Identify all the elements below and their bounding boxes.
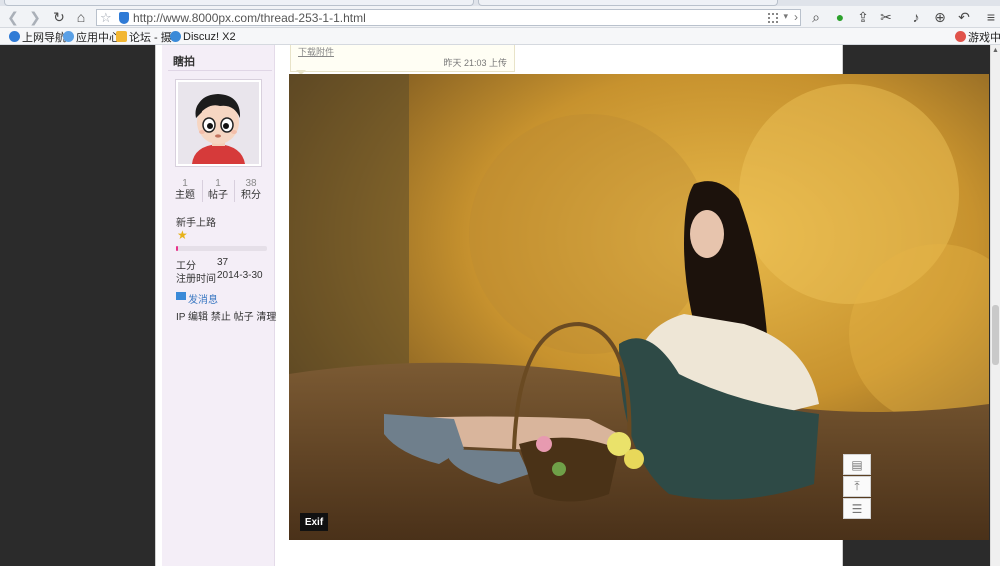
wechat-icon[interactable]: ●	[831, 8, 849, 26]
vertical-scrollbar[interactable]: ▲	[990, 45, 1000, 566]
mail-icon[interactable]	[176, 292, 186, 300]
stat-label: 积分	[241, 190, 261, 201]
divider	[168, 70, 272, 71]
stat-posts[interactable]: 1 帖子	[201, 178, 235, 202]
list-icon[interactable]: ☰	[843, 498, 871, 519]
address-bar[interactable]: ☆ http://www.8000px.com/thread-253-1-1.h…	[96, 9, 801, 26]
share-icon[interactable]: ⇪	[854, 8, 872, 26]
page-margin-left	[0, 45, 155, 566]
cartoon-avatar-image	[178, 82, 259, 164]
exif-button[interactable]: Exif	[300, 513, 328, 531]
home-icon[interactable]: ⌂	[72, 8, 90, 26]
go-arrow-icon[interactable]: ›	[794, 10, 798, 24]
comment-icon[interactable]: ▤	[843, 454, 871, 475]
globe-icon	[9, 31, 20, 42]
star-icon: ★	[177, 228, 188, 242]
bookmark-label: 游戏中心	[968, 31, 1000, 44]
bookmark-label: Discuz! X2	[183, 30, 236, 43]
bookmark-label: 应用中心	[76, 31, 120, 44]
send-message-link[interactable]: 发消息	[188, 291, 218, 306]
post-photo[interactable]	[289, 74, 989, 540]
stat-label: 帖子	[208, 190, 228, 201]
admin-links[interactable]: IP 编辑 禁止 帖子 清理	[176, 308, 276, 323]
progress-fill	[176, 246, 178, 251]
download-attachment-link[interactable]: 下载附件	[298, 45, 334, 58]
reg-label: 注册时间	[176, 274, 216, 285]
upload-time: 昨天 21:03 上传	[443, 58, 507, 68]
attachment-tooltip: 下载附件 昨天 21:03 上传	[290, 45, 515, 72]
rank-progress-bar	[176, 246, 267, 251]
volume-icon[interactable]: ♪	[907, 8, 925, 26]
security-shield-icon	[119, 12, 129, 24]
bookmark-item[interactable]: 游戏中心	[955, 29, 1000, 44]
stat-threads[interactable]: 1 主题	[168, 178, 202, 202]
forward-arrow-icon[interactable]: ❯	[26, 8, 44, 26]
refresh-icon[interactable]: ↻	[50, 8, 68, 26]
avatar[interactable]	[175, 79, 262, 167]
author-name[interactable]: 瞎拍	[173, 53, 195, 69]
bookmark-item[interactable]: 论坛 - 摄	[116, 29, 172, 44]
stat-value: 38	[245, 178, 257, 189]
user-rank[interactable]: 新手上路	[176, 214, 216, 229]
stat-value: 1	[215, 178, 221, 189]
scrollbar-thumb[interactable]	[992, 305, 999, 365]
menu-icon[interactable]: ≡	[982, 8, 1000, 26]
bookmark-label: 论坛 - 摄	[129, 31, 172, 44]
download-icon[interactable]: ⊕	[931, 8, 949, 26]
stat-points[interactable]: 38 积分	[234, 178, 268, 202]
reg-value: 2014-3-30	[217, 270, 263, 281]
back-to-top-icon[interactable]: ⤒	[843, 476, 871, 497]
back-arrow-icon[interactable]: ❮	[4, 8, 22, 26]
bookmark-item[interactable]: 上网导航	[9, 29, 66, 44]
stat-value: 1	[182, 178, 188, 189]
search-icon[interactable]: ⌕	[807, 8, 825, 26]
star-icon[interactable]: ☆	[100, 10, 112, 26]
undo-icon[interactable]: ↶	[955, 8, 973, 26]
scroll-up-icon[interactable]: ▲	[992, 47, 999, 54]
apps-icon	[63, 31, 74, 42]
scissors-icon[interactable]: ✂	[877, 8, 895, 26]
photo-image	[289, 74, 989, 540]
work-value: 37	[217, 257, 229, 268]
url-text[interactable]: http://www.8000px.com/thread-253-1-1.htm…	[133, 11, 366, 25]
bookmark-item[interactable]: 应用中心	[63, 29, 120, 44]
discuz-icon	[170, 31, 181, 42]
send-message-label: 发消息	[188, 295, 218, 306]
chevron-down-icon[interactable]: ▾	[783, 11, 788, 22]
forum-icon	[116, 31, 127, 42]
game-icon	[955, 31, 966, 42]
qr-code-icon[interactable]	[768, 13, 778, 23]
bookmarks-bar: 上网导航 应用中心 论坛 - 摄 Discuz! X2 游戏中心	[0, 28, 1000, 45]
browser-toolbar: ❮ ❯ ↻ ⌂ ☆ http://www.8000px.com/thread-2…	[0, 6, 1000, 28]
stat-label: 主题	[175, 190, 195, 201]
bookmark-item[interactable]: Discuz! X2	[170, 29, 236, 44]
bookmark-label: 上网导航	[22, 31, 66, 44]
